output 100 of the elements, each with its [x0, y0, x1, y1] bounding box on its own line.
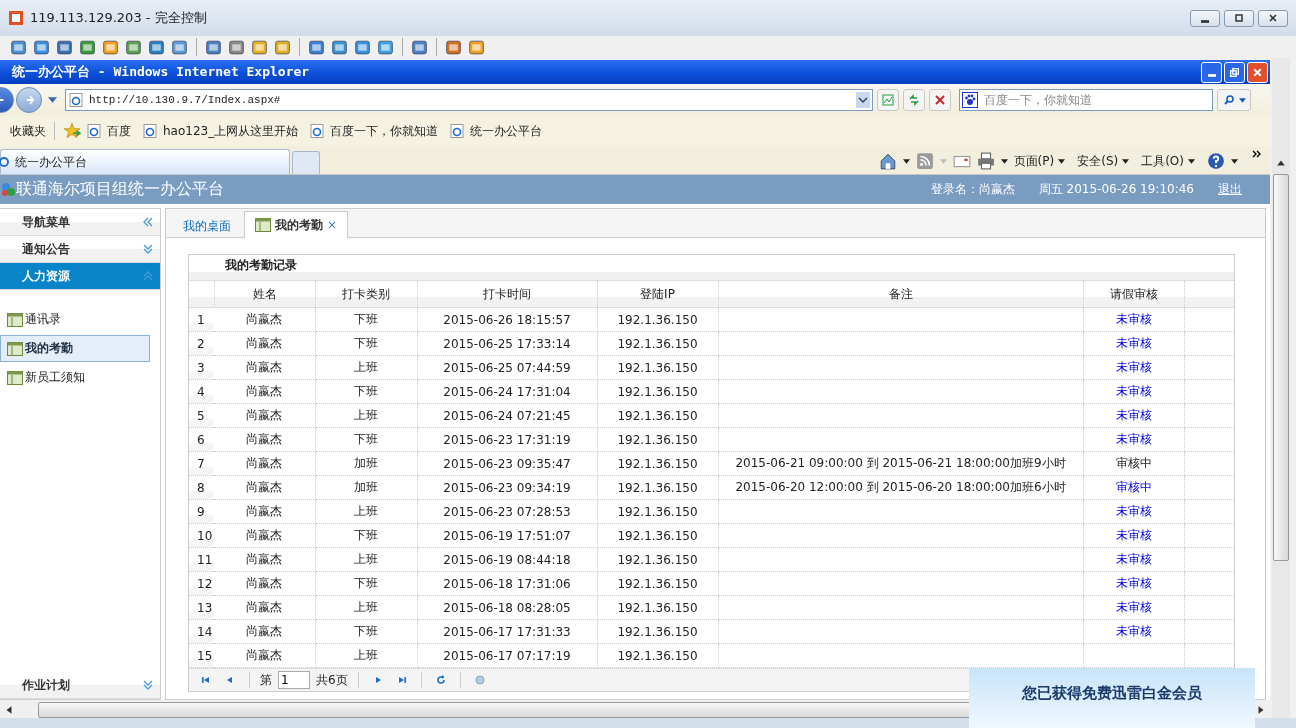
menu-item[interactable]: 通讯录 — [0, 306, 150, 333]
toolbar-icon[interactable] — [148, 38, 165, 56]
table-cell: 加班 — [354, 456, 378, 470]
close-button[interactable] — [1258, 9, 1288, 27]
row-number: 5 — [189, 403, 214, 428]
minimize-button[interactable] — [1190, 9, 1220, 27]
toolbar-icon[interactable] — [205, 38, 222, 56]
toolbar-icon[interactable] — [102, 38, 119, 56]
toolbar-icon[interactable] — [56, 38, 73, 56]
chevron-icon[interactable] — [1252, 150, 1262, 158]
scrollbar-thumb[interactable] — [1273, 174, 1289, 561]
toolbar-icon[interactable] — [445, 38, 462, 56]
stop-button[interactable] — [929, 89, 951, 111]
dropdown-icon[interactable] — [48, 97, 57, 103]
review-status[interactable]: 未审核 — [1115, 528, 1152, 542]
table-cell: 尚嬴杰 — [246, 504, 283, 518]
toolbar-icon[interactable] — [251, 38, 268, 56]
command-menu[interactable]: 页面(P) — [1013, 152, 1066, 170]
previous-page-icon[interactable] — [225, 675, 235, 685]
favorite-link[interactable]: 百度 — [85, 122, 131, 140]
printer-icon[interactable] — [976, 152, 995, 170]
notification-popup[interactable]: 您已获得免费迅雷白金会员 — [969, 668, 1255, 728]
caret-icon[interactable] — [902, 158, 910, 164]
scroll-up-icon[interactable] — [1276, 158, 1286, 168]
toolbar-icon[interactable] — [79, 38, 96, 56]
toolbar-icon[interactable] — [10, 38, 27, 56]
collapse-icon[interactable] — [142, 216, 154, 228]
help-icon[interactable] — [1207, 152, 1225, 170]
close-icon — [934, 94, 946, 106]
toolbar-icon[interactable] — [274, 38, 291, 56]
table-cell: 192.1.36.150 — [617, 360, 698, 375]
review-status[interactable]: 未审核 — [1115, 384, 1152, 398]
tab[interactable]: 我的桌面 — [172, 213, 242, 238]
toolbar-icon[interactable] — [125, 38, 142, 56]
toolbar-icon[interactable] — [411, 38, 428, 56]
star-icon[interactable] — [63, 122, 81, 140]
menu-item[interactable]: 新员工须知 — [0, 364, 150, 391]
scroll-right-icon[interactable] — [1256, 705, 1266, 715]
last-page-icon[interactable] — [396, 675, 407, 685]
review-status[interactable]: 未审核 — [1115, 432, 1152, 446]
home-icon[interactable] — [878, 152, 897, 170]
row-number: 1 — [189, 307, 214, 332]
review-status[interactable]: 未审核 — [1115, 624, 1152, 638]
table-cell: 尚嬴杰 — [246, 360, 283, 374]
first-page-icon[interactable] — [201, 675, 211, 685]
menu-item[interactable]: 我的考勤 — [0, 335, 150, 362]
toolbar-icon[interactable] — [377, 38, 394, 56]
refresh-button[interactable] — [903, 89, 925, 111]
command-menu[interactable]: 工具(O) — [1141, 152, 1195, 170]
table-cell: 192.1.36.150 — [617, 480, 698, 495]
table-cell: 上班 — [354, 408, 378, 422]
toolbar-icon[interactable] — [468, 38, 485, 56]
review-status[interactable]: 未审核 — [1115, 576, 1152, 590]
chevron-icon — [142, 243, 154, 255]
search-field[interactable]: 百度一下，你就知道 — [959, 89, 1213, 111]
table-cell: 尚嬴杰 — [246, 384, 283, 398]
caret-icon[interactable] — [1000, 158, 1008, 164]
toolbar-icon[interactable] — [33, 38, 50, 56]
favorite-link[interactable]: 统一办公平台 — [448, 122, 543, 140]
toolbar-icon[interactable] — [171, 38, 188, 56]
review-status[interactable]: 未审核 — [1115, 336, 1152, 350]
refresh-icon[interactable] — [435, 675, 446, 685]
tab[interactable]: 我的考勤 × — [244, 211, 349, 238]
favorites-button[interactable]: 收藏夹 — [10, 122, 46, 140]
caret-icon[interactable] — [1231, 158, 1238, 164]
restore-button[interactable] — [1224, 61, 1245, 83]
review-status[interactable]: 未审核 — [1115, 312, 1152, 326]
forward-button[interactable] — [16, 87, 42, 113]
favorite-link[interactable]: 百度一下，你就知道 — [308, 122, 439, 140]
scroll-left-icon[interactable] — [4, 705, 14, 715]
toolbar-icon[interactable] — [331, 38, 348, 56]
review-status[interactable]: 审核中 — [1115, 480, 1152, 494]
review-status[interactable]: 未审核 — [1115, 360, 1152, 374]
page-input[interactable]: 1 — [278, 671, 310, 689]
review-status[interactable]: 未审核 — [1115, 408, 1152, 422]
maximize-button[interactable] — [1224, 9, 1254, 27]
review-status[interactable]: 未审核 — [1115, 504, 1152, 518]
favorite-link[interactable]: hao123_上网从这里开始 — [141, 122, 299, 140]
sidebar-title: 导航菜单 — [22, 213, 71, 231]
dropdown-icon[interactable] — [856, 91, 870, 109]
toolbar-icon[interactable] — [228, 38, 245, 56]
page-icon — [87, 124, 101, 138]
row-number: 13 — [189, 595, 214, 620]
toolbar-icon[interactable] — [308, 38, 325, 56]
command-menu[interactable]: 安全(S) — [1077, 152, 1130, 170]
toolbar-icon[interactable] — [354, 38, 371, 56]
table-cell: 尚嬴杰 — [246, 528, 283, 542]
feed-icon[interactable] — [915, 152, 934, 170]
column-header: 打卡时间 — [417, 281, 597, 308]
search-button[interactable] — [1217, 89, 1251, 111]
review-status[interactable]: 未审核 — [1115, 600, 1152, 614]
address-field[interactable]: http://10.130.9.7/Index.aspx# — [65, 89, 873, 111]
review-status[interactable]: 未审核 — [1115, 552, 1152, 566]
table-cell: 2015-06-17 17:31:33 — [443, 624, 571, 639]
browser-tab[interactable]: 统一办公平台 — [0, 149, 290, 174]
table-cell: 尚嬴杰 — [246, 552, 283, 566]
close-tab-button[interactable]: × — [327, 218, 338, 232]
accordion-header[interactable]: 人力资源 — [0, 263, 160, 290]
review-status[interactable]: 审核中 — [1115, 456, 1152, 470]
table-cell: 2015-06-19 17:51:07 — [443, 528, 571, 543]
